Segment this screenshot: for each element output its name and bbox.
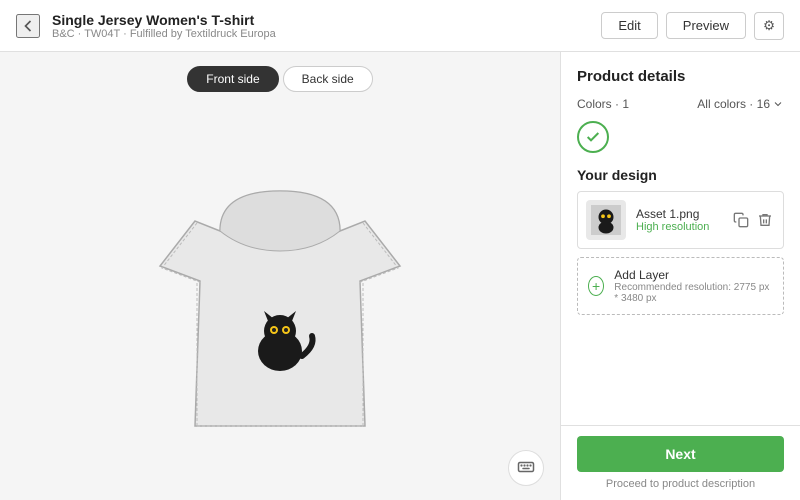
asset-actions [731,210,775,230]
asset-info: Asset 1.png High resolution [636,207,721,233]
keyboard-button[interactable] [508,450,544,486]
trash-icon [757,212,773,228]
right-panel: Product details Colors · 1 All colors · … [560,52,800,500]
asset-status: High resolution [636,221,721,233]
product-title: Single Jersey Women's T-shirt [52,12,276,28]
your-design-title: Your design [577,167,784,183]
main-layout: Front side Back side [0,52,800,500]
edit-button[interactable]: Edit [601,12,657,39]
add-layer-label: Add Layer [614,268,773,282]
colors-count: Colors · 1 [577,97,629,111]
delete-asset-button[interactable] [755,210,775,230]
settings-button[interactable]: ⚙ [754,12,784,40]
checkmark-icon [585,129,601,145]
back-side-tab[interactable]: Back side [283,66,373,92]
color-swatch-selected[interactable] [577,121,609,153]
add-layer-plus-icon: + [588,276,604,296]
add-layer-info: Add Layer Recommended resolution: 2775 p… [614,268,773,304]
copy-asset-button[interactable] [731,210,751,230]
back-button[interactable] [16,14,40,38]
asset-thumbnail [586,200,626,240]
next-button[interactable]: Next [577,436,784,472]
asset-preview [591,205,621,235]
copy-icon [733,212,749,228]
product-details-title: Product details [577,68,784,85]
side-tabs: Front side Back side [187,66,372,92]
canvas-panel: Front side Back side [0,52,560,500]
header-actions: Edit Preview ⚙ [601,12,784,40]
front-side-tab[interactable]: Front side [187,66,278,92]
all-colors-dropdown[interactable]: All colors · 16 [697,97,784,111]
header-title: Single Jersey Women's T-shirt B&C · TW04… [52,12,276,40]
product-subtitle: B&C · TW04T · Fulfilled by Textildruck E… [52,28,276,40]
right-panel-content: Product details Colors · 1 All colors · … [561,52,800,425]
tshirt-container [0,92,560,500]
tshirt-wrapper [140,136,420,456]
footer-hint: Proceed to product description [577,478,784,490]
add-layer-row[interactable]: + Add Layer Recommended resolution: 2775… [577,257,784,315]
preview-button[interactable]: Preview [666,12,746,39]
asset-row: Asset 1.png High resolution [577,191,784,249]
right-footer: Next Proceed to product description [561,425,800,500]
asset-name: Asset 1.png [636,207,721,221]
keyboard-icon [517,458,535,479]
gear-icon: ⚙ [763,18,775,33]
tshirt-svg [140,136,420,456]
chevron-down-icon [772,98,784,110]
colors-row: Colors · 1 All colors · 16 [577,97,784,111]
header: Single Jersey Women's T-shirt B&C · TW04… [0,0,800,52]
add-layer-hint: Recommended resolution: 2775 px * 3480 p… [614,282,773,304]
